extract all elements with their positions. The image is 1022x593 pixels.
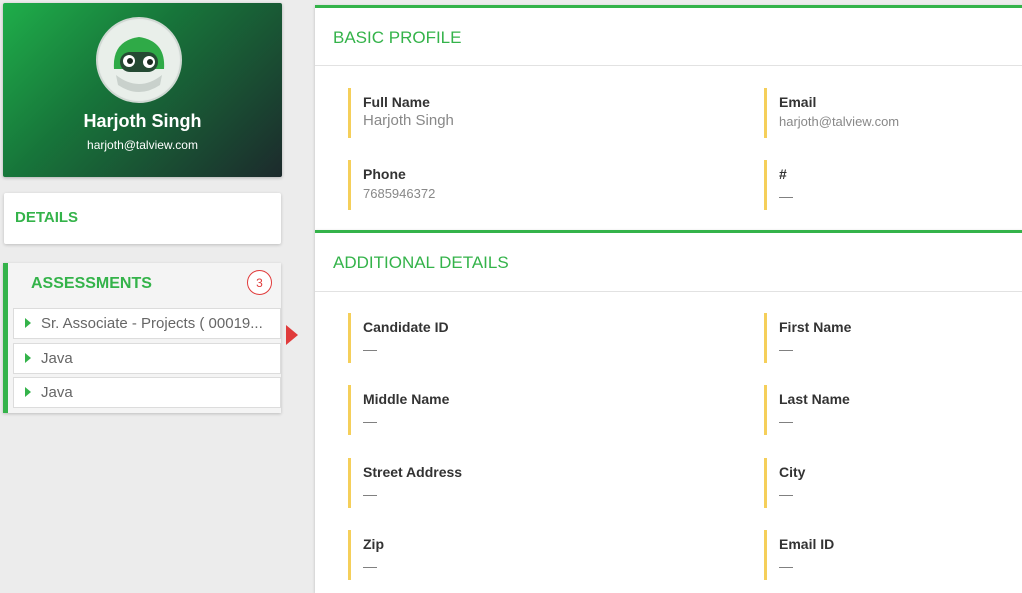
field-city: City — (764, 458, 805, 508)
field-label: Middle Name (363, 391, 450, 407)
field-label: Email ID (779, 536, 835, 552)
field-value: Harjoth Singh (363, 112, 454, 129)
field-hash: # — (764, 160, 793, 210)
field-value: — (363, 558, 377, 574)
field-zip: Zip — (348, 530, 384, 580)
field-phone: Phone 7685946372 (348, 160, 435, 210)
field-label: # (779, 166, 787, 182)
assessment-item[interactable]: Sr. Associate - Projects ( 00019... (13, 308, 281, 339)
field-value: — (363, 413, 377, 429)
divider (315, 65, 1022, 66)
basic-profile-panel: BASIC PROFILE Full Name Harjoth Singh Em… (315, 5, 1022, 230)
field-label: Last Name (779, 391, 850, 407)
additional-details-title: ADDITIONAL DETAILS (333, 253, 509, 272)
field-full-name: Full Name Harjoth Singh (348, 88, 454, 138)
field-label: First Name (779, 319, 852, 335)
field-middle-name: Middle Name — (348, 385, 449, 435)
field-label: Full Name (363, 94, 430, 110)
profile-email: harjoth@talview.com (87, 138, 198, 152)
field-value: 7685946372 (363, 186, 436, 201)
assessments-count-badge: 3 (247, 270, 272, 295)
field-label: Candidate ID (363, 319, 449, 335)
assessment-item-label: Java (41, 350, 73, 367)
field-value: — (779, 341, 793, 357)
divider (315, 291, 1022, 292)
field-value: — (779, 413, 793, 429)
field-candidate-id: Candidate ID — (348, 313, 449, 363)
field-label: Street Address (363, 464, 463, 480)
field-value: — (363, 486, 377, 502)
field-value: — (779, 188, 793, 204)
assessments-card: ASSESSMENTS 3 Sr. Associate - Projects (… (3, 263, 281, 413)
field-label: City (779, 464, 806, 480)
caret-right-icon (25, 353, 31, 363)
field-email-id: Email ID — (764, 530, 834, 580)
assessment-item-label: Java (41, 384, 73, 401)
field-first-name: First Name — (764, 313, 851, 363)
avatar (96, 17, 182, 103)
assessments-heading: ASSESSMENTS (31, 275, 152, 292)
field-last-name: Last Name — (764, 385, 850, 435)
field-label: Zip (363, 536, 384, 552)
field-label: Phone (363, 166, 406, 182)
assessment-item[interactable]: Java (13, 343, 281, 374)
field-value: — (779, 486, 793, 502)
triangle-right-icon (286, 325, 298, 345)
robot-avatar-icon (99, 20, 179, 100)
assessment-item-label: Sr. Associate - Projects ( 00019... (41, 315, 263, 332)
field-email: Email harjoth@talview.com (764, 88, 899, 138)
details-heading: DETAILS (15, 209, 79, 226)
caret-right-icon (25, 387, 31, 397)
details-card[interactable]: DETAILS (4, 193, 281, 244)
basic-profile-title: BASIC PROFILE (333, 28, 462, 47)
field-value: — (363, 341, 377, 357)
field-value: — (779, 558, 793, 574)
caret-right-icon (25, 318, 31, 328)
field-street-address: Street Address — (348, 458, 462, 508)
additional-details-panel: ADDITIONAL DETAILS Candidate ID — First … (315, 230, 1022, 593)
profile-name: Harjoth Singh (83, 111, 202, 131)
field-label: Email (779, 94, 817, 110)
assessment-item[interactable]: Java (13, 377, 281, 408)
profile-card: Harjoth Singh harjoth@talview.com (3, 3, 282, 177)
field-value: harjoth@talview.com (779, 114, 900, 129)
